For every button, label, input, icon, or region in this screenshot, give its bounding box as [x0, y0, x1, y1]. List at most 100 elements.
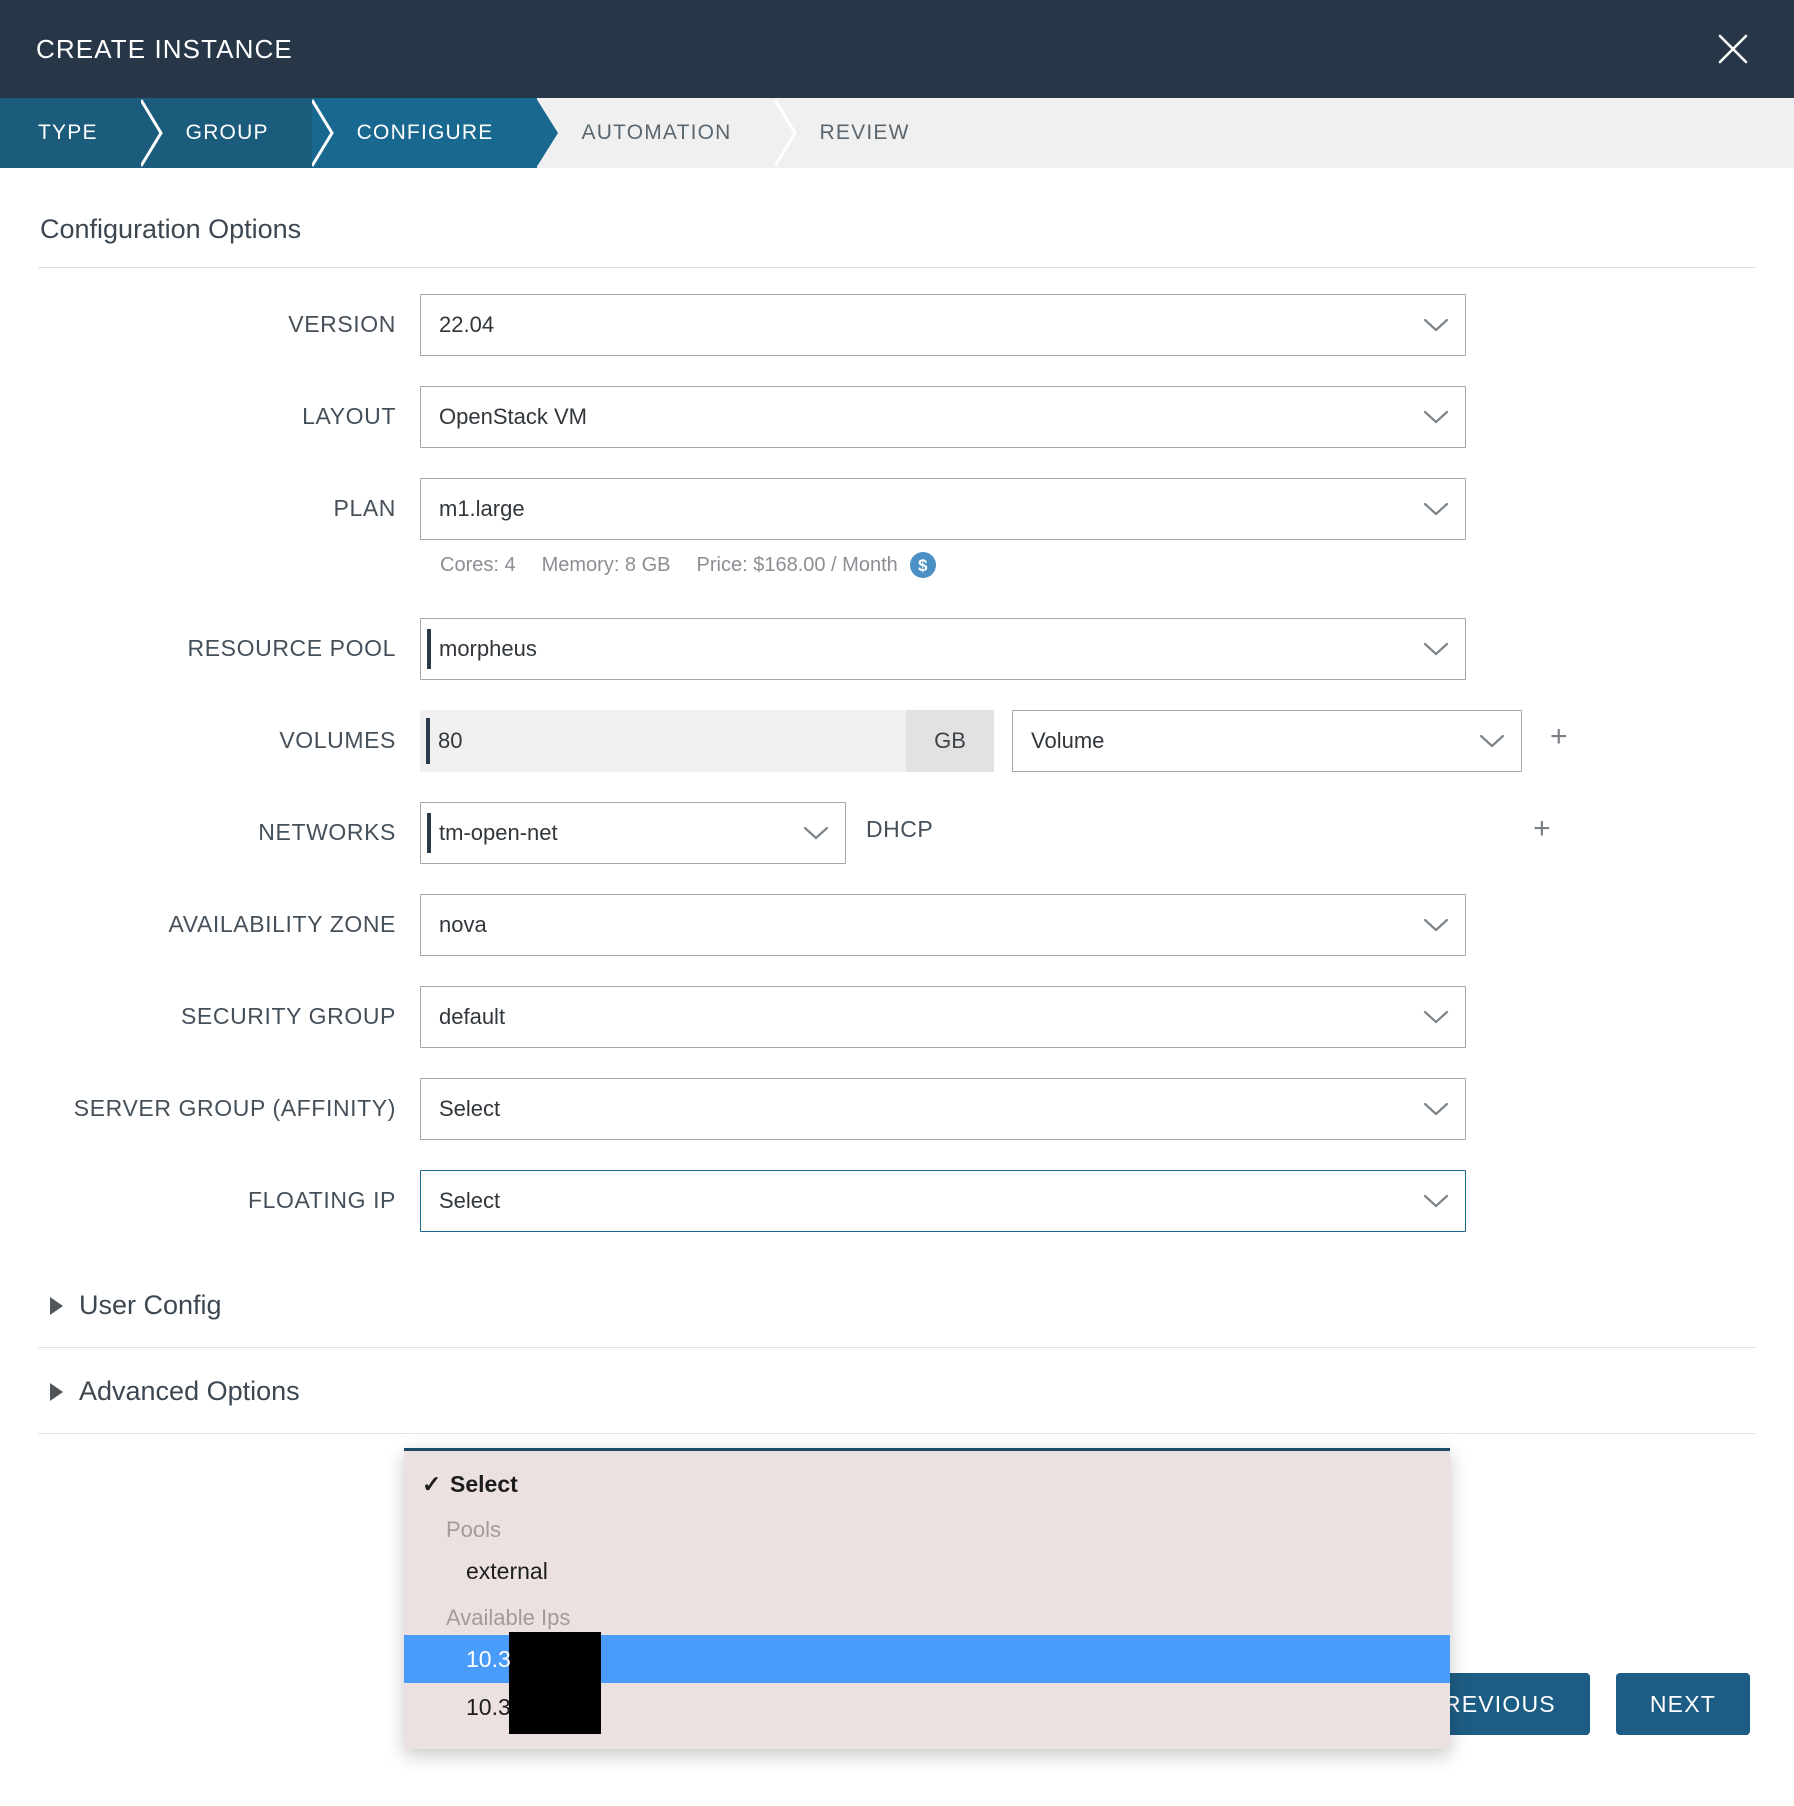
dropdown-option-ip-1[interactable]: 10.3 — [404, 1635, 1450, 1683]
configuration-form: VERSION 22.04 LAYOUT — [38, 268, 1756, 1434]
server-group-select[interactable]: Select — [420, 1078, 1466, 1140]
section-user-config[interactable]: User Config — [38, 1262, 1756, 1348]
step-label: CONFIGURE — [357, 121, 494, 145]
form-row-layout: LAYOUT OpenStack VM — [38, 386, 1756, 478]
layout-value: OpenStack VM — [439, 404, 587, 430]
plan-memory: Memory: 8 GB — [542, 554, 671, 577]
plan-value: m1.large — [439, 496, 525, 522]
chevron-right-icon — [50, 1297, 63, 1315]
check-icon: ✓ — [422, 1471, 450, 1498]
wizard-steps: TYPE GROUP CONFIGURE — [0, 98, 1794, 168]
step-label: TYPE — [38, 121, 98, 145]
security-group-label: SECURITY GROUP — [38, 986, 420, 1031]
next-button[interactable]: NEXT — [1616, 1673, 1750, 1735]
plan-cores: Cores: 4 — [440, 554, 516, 577]
step-automation[interactable]: AUTOMATION — [537, 98, 775, 168]
page-title: CREATE INSTANCE — [36, 34, 293, 65]
networks-label: NETWORKS — [38, 802, 420, 847]
security-group-select[interactable]: default — [420, 986, 1466, 1048]
availability-zone-value: nova — [439, 912, 487, 938]
version-value: 22.04 — [439, 312, 494, 338]
chevron-down-icon — [803, 825, 829, 841]
floating-ip-dropdown-panel: ✓ Select Pools external Available Ips 10… — [404, 1448, 1450, 1749]
text-cursor — [427, 629, 431, 669]
dropdown-option-label: Select — [450, 1471, 518, 1498]
chevron-down-icon — [1423, 641, 1449, 657]
chevron-down-icon — [1423, 1009, 1449, 1025]
security-group-value: default — [439, 1004, 505, 1030]
resource-pool-label: RESOURCE POOL — [38, 618, 420, 663]
floating-ip-select[interactable]: Select — [420, 1170, 1466, 1232]
dropdown-option-label: external — [466, 1558, 548, 1585]
section-advanced-options[interactable]: Advanced Options — [38, 1348, 1756, 1434]
form-row-server-group: SERVER GROUP (AFFINITY) Select — [38, 1078, 1756, 1170]
close-icon[interactable] — [1706, 22, 1760, 76]
step-group[interactable]: GROUP — [142, 98, 313, 168]
step-review[interactable]: REVIEW — [776, 98, 954, 168]
modal-body: Configuration Options VERSION 22.04 — [0, 168, 1794, 1642]
step-label: REVIEW — [820, 121, 910, 145]
chevron-down-icon — [1423, 1101, 1449, 1117]
form-row-plan: PLAN m1.large Cores: 4 Memory: 8 GB — [38, 478, 1756, 618]
floating-ip-value: Select — [439, 1188, 500, 1214]
step-type[interactable]: TYPE — [0, 98, 142, 168]
chevron-down-icon — [1423, 317, 1449, 333]
step-label: GROUP — [186, 121, 269, 145]
volume-type-select[interactable]: Volume — [1012, 710, 1522, 772]
plan-label: PLAN — [38, 478, 420, 523]
availability-zone-label: AVAILABILITY ZONE — [38, 894, 420, 939]
text-cursor — [427, 813, 431, 853]
dropdown-option-external[interactable]: external — [404, 1547, 1450, 1595]
form-row-networks: NETWORKS tm-open-net DHCP + — [38, 802, 1756, 894]
plan-price: Price: $168.00 / Month — [697, 554, 898, 577]
volume-size-input[interactable]: 80 — [420, 710, 906, 772]
price-dollar-icon[interactable]: $ — [910, 552, 936, 578]
server-group-label: SERVER GROUP (AFFINITY) — [38, 1078, 420, 1123]
chevron-right-icon — [50, 1383, 63, 1401]
dropdown-group-pools: Pools — [404, 1507, 1450, 1547]
form-row-security-group: SECURITY GROUP default — [38, 986, 1756, 1078]
advanced-options-title: Advanced Options — [79, 1376, 300, 1407]
volume-type-value: Volume — [1031, 728, 1104, 754]
chevron-down-icon — [1423, 1193, 1449, 1209]
plan-select[interactable]: m1.large — [420, 478, 1466, 540]
volume-size-value: 80 — [438, 728, 462, 754]
modal-titlebar: CREATE INSTANCE — [0, 0, 1794, 98]
resource-pool-select[interactable]: morpheus — [420, 618, 1466, 680]
text-cursor — [426, 718, 430, 764]
dropdown-option-label: 10.3 — [466, 1646, 511, 1673]
user-config-title: User Config — [79, 1290, 222, 1321]
form-row-volumes: VOLUMES 80 GB Volume — [38, 710, 1756, 802]
dropdown-group-available-ips: Available Ips — [404, 1595, 1450, 1635]
section-title: Configuration Options — [38, 168, 1756, 268]
network-mode-label: DHCP — [846, 802, 933, 843]
step-label: AUTOMATION — [581, 121, 731, 145]
add-volume-button[interactable]: + — [1550, 710, 1568, 752]
dropdown-option-label: 10.3 — [466, 1694, 511, 1721]
volumes-label: VOLUMES — [38, 710, 420, 755]
create-instance-modal: CREATE INSTANCE TYPE GROUP — [0, 0, 1794, 1806]
dropdown-option-ip-2[interactable]: 10.3 — [404, 1683, 1450, 1731]
step-configure[interactable]: CONFIGURE — [313, 98, 538, 168]
network-select[interactable]: tm-open-net — [420, 802, 846, 864]
volume-unit-addon: GB — [906, 710, 994, 772]
form-row-floating-ip: FLOATING IP Select — [38, 1170, 1756, 1262]
layout-select[interactable]: OpenStack VM — [420, 386, 1466, 448]
resource-pool-value: morpheus — [439, 636, 537, 662]
dropdown-option-select[interactable]: ✓ Select — [404, 1461, 1450, 1507]
availability-zone-select[interactable]: nova — [420, 894, 1466, 956]
plan-details: Cores: 4 Memory: 8 GB Price: $168.00 / M… — [420, 540, 936, 578]
network-value: tm-open-net — [439, 820, 558, 846]
redaction-box — [509, 1680, 601, 1734]
redaction-box — [509, 1632, 601, 1686]
add-network-button[interactable]: + — [1533, 802, 1551, 844]
chevron-down-icon — [1479, 733, 1505, 749]
chevron-down-icon — [1423, 917, 1449, 933]
layout-label: LAYOUT — [38, 386, 420, 431]
floating-ip-label: FLOATING IP — [38, 1170, 420, 1215]
form-row-resource-pool: RESOURCE POOL morpheus — [38, 618, 1756, 710]
form-row-version: VERSION 22.04 — [38, 294, 1756, 386]
version-select[interactable]: 22.04 — [420, 294, 1466, 356]
chevron-down-icon — [1423, 409, 1449, 425]
version-label: VERSION — [38, 294, 420, 339]
